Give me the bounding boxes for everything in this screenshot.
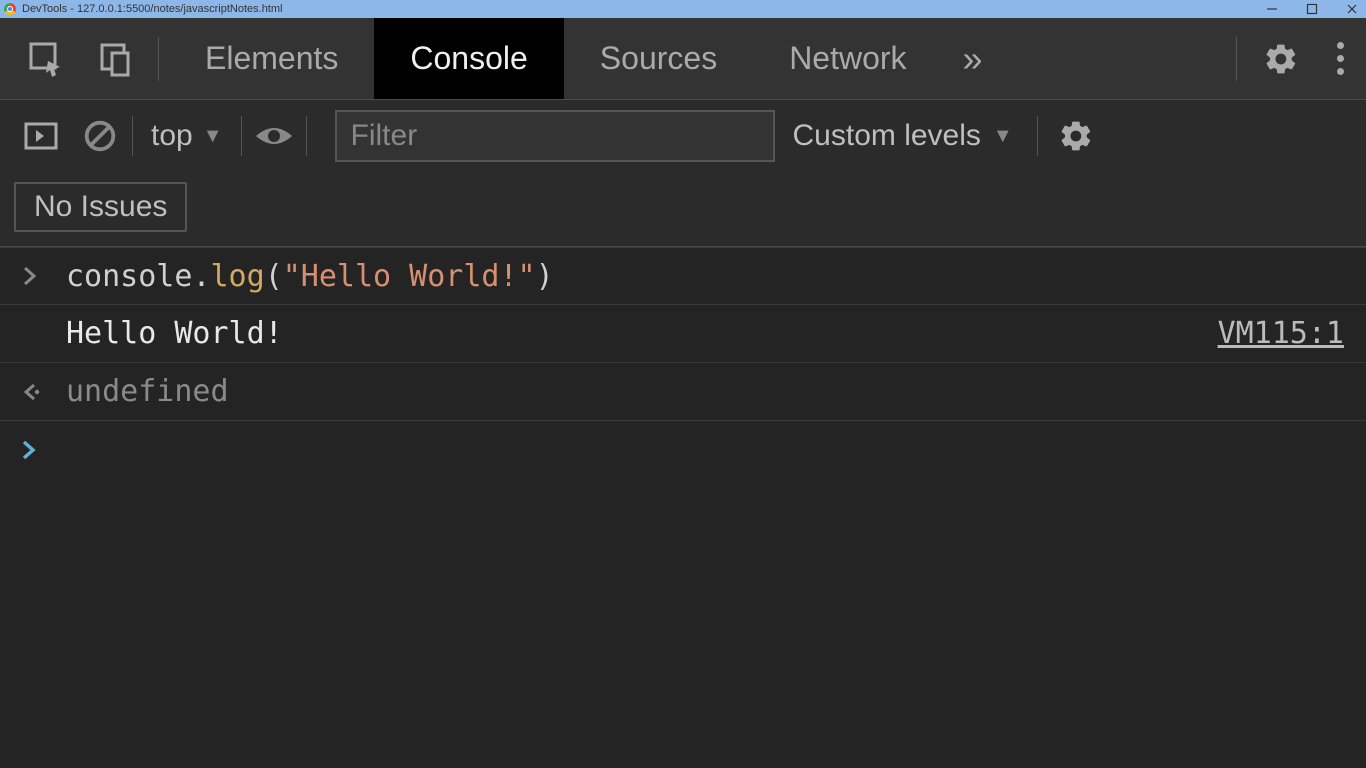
- context-label: top: [151, 119, 193, 153]
- return-value: undefined: [66, 374, 229, 409]
- settings-gear-icon[interactable]: [1247, 18, 1315, 99]
- tab-elements[interactable]: Elements: [169, 18, 374, 99]
- maximize-button[interactable]: [1306, 3, 1322, 15]
- inspect-element-icon[interactable]: [12, 18, 80, 99]
- dropdown-triangle-icon: ▼: [993, 125, 1013, 148]
- console-input-row: console.log("Hello World!"): [0, 247, 1366, 305]
- log-levels-select[interactable]: Custom levels ▼: [793, 119, 1013, 153]
- code-method: log: [211, 259, 265, 294]
- close-button[interactable]: [1346, 3, 1362, 15]
- more-tabs-icon[interactable]: »: [963, 38, 977, 80]
- toggle-sidebar-icon[interactable]: [18, 114, 62, 158]
- divider: [1037, 116, 1038, 156]
- source-link[interactable]: VM115:1: [1218, 316, 1344, 351]
- code-string: "Hello World!": [283, 259, 536, 294]
- device-toolbar-icon[interactable]: [80, 18, 148, 99]
- chrome-logo-icon: [4, 3, 16, 15]
- return-chevron-icon: [22, 382, 66, 402]
- no-issues-badge[interactable]: No Issues: [14, 182, 187, 232]
- divider: [158, 37, 159, 81]
- divider: [1236, 37, 1237, 81]
- dropdown-triangle-icon: ▼: [203, 125, 223, 148]
- log-message: Hello World!: [66, 316, 1218, 351]
- divider: [306, 116, 307, 156]
- input-chevron-icon: [22, 266, 66, 286]
- code-paren: (: [265, 259, 283, 294]
- issues-bar: No Issues: [0, 172, 1366, 247]
- tab-console[interactable]: Console: [374, 18, 563, 99]
- code-dot: .: [192, 259, 210, 294]
- console-return-row: undefined: [0, 363, 1366, 421]
- console-settings-gear-icon[interactable]: [1054, 114, 1098, 158]
- console-output: console.log("Hello World!") Hello World!…: [0, 247, 1366, 479]
- console-input-code: console.log("Hello World!"): [66, 259, 554, 294]
- window-title: DevTools - 127.0.0.1:5500/notes/javascri…: [22, 3, 1266, 15]
- levels-label: Custom levels: [793, 119, 981, 153]
- window-controls: [1266, 3, 1362, 15]
- window-titlebar: DevTools - 127.0.0.1:5500/notes/javascri…: [0, 0, 1366, 18]
- console-toolbar: top ▼ Custom levels ▼: [0, 100, 1366, 172]
- tab-sources[interactable]: Sources: [564, 18, 753, 99]
- minimize-button[interactable]: [1266, 3, 1282, 15]
- execution-context-select[interactable]: top ▼: [143, 119, 231, 153]
- code-object: console: [66, 259, 192, 294]
- clear-console-icon[interactable]: [78, 114, 122, 158]
- filter-input[interactable]: [335, 110, 775, 162]
- code-paren: ): [536, 259, 554, 294]
- kebab-menu-icon[interactable]: [1315, 42, 1366, 75]
- devtools-tabstrip: Elements Console Sources Network »: [0, 18, 1366, 100]
- console-log-row: Hello World! VM115:1: [0, 305, 1366, 363]
- divider: [132, 116, 133, 156]
- divider: [241, 116, 242, 156]
- live-expression-eye-icon[interactable]: [252, 114, 296, 158]
- console-prompt-row[interactable]: [0, 421, 1366, 479]
- prompt-chevron-icon: [22, 440, 66, 460]
- tab-network[interactable]: Network: [753, 18, 942, 99]
